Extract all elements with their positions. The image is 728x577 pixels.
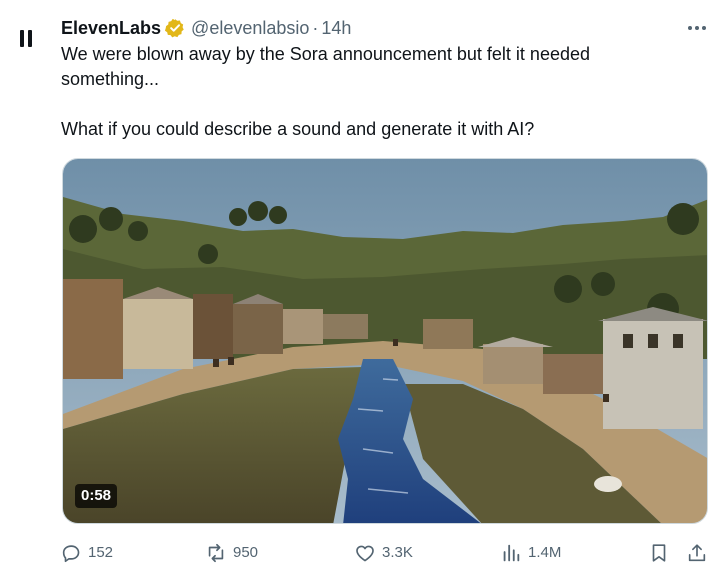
tweet-text-line: What if you could describe a sound and g… [61,119,535,139]
pause-icon[interactable] [18,30,34,50]
share-icon [688,544,706,562]
tweet-header: ElevenLabs @elevenlabsio · 14h [61,16,708,40]
verified-badge-icon [165,18,184,38]
like-count: 3.3K [382,544,413,561]
header-separator: · [312,17,319,38]
like-icon [356,545,374,562]
reply-button[interactable]: 152 [60,540,113,566]
post-time[interactable]: 14h [321,18,351,39]
views-button[interactable]: 1.4M [500,540,561,566]
video-duration-badge: 0:58 [75,484,118,508]
tweet-text-line: We were blown away by the Sora announcem… [61,44,590,64]
author-name[interactable]: ElevenLabs [61,18,161,39]
repost-button[interactable]: 950 [205,540,258,566]
video-player[interactable] [62,158,708,524]
video-frame-image [63,159,707,523]
author-handle[interactable]: @elevenlabsio [191,18,309,39]
more-icon[interactable] [686,18,708,38]
bookmark-icon [652,544,666,562]
tweet-actions: 152 950 3.3K 1.4M [60,540,712,566]
bookmark-button[interactable] [648,540,670,566]
tweet-text: We were blown away by the Sora announcem… [61,42,681,142]
views-icon [503,544,520,562]
repost-icon [208,543,224,563]
reply-icon [62,545,80,563]
tweet-text-line: something... [61,69,160,89]
repost-count: 950 [233,544,259,561]
share-button[interactable] [686,540,708,566]
reply-count: 152 [88,544,114,561]
like-button[interactable]: 3.3K [354,540,413,566]
views-count: 1.4M [528,544,562,561]
